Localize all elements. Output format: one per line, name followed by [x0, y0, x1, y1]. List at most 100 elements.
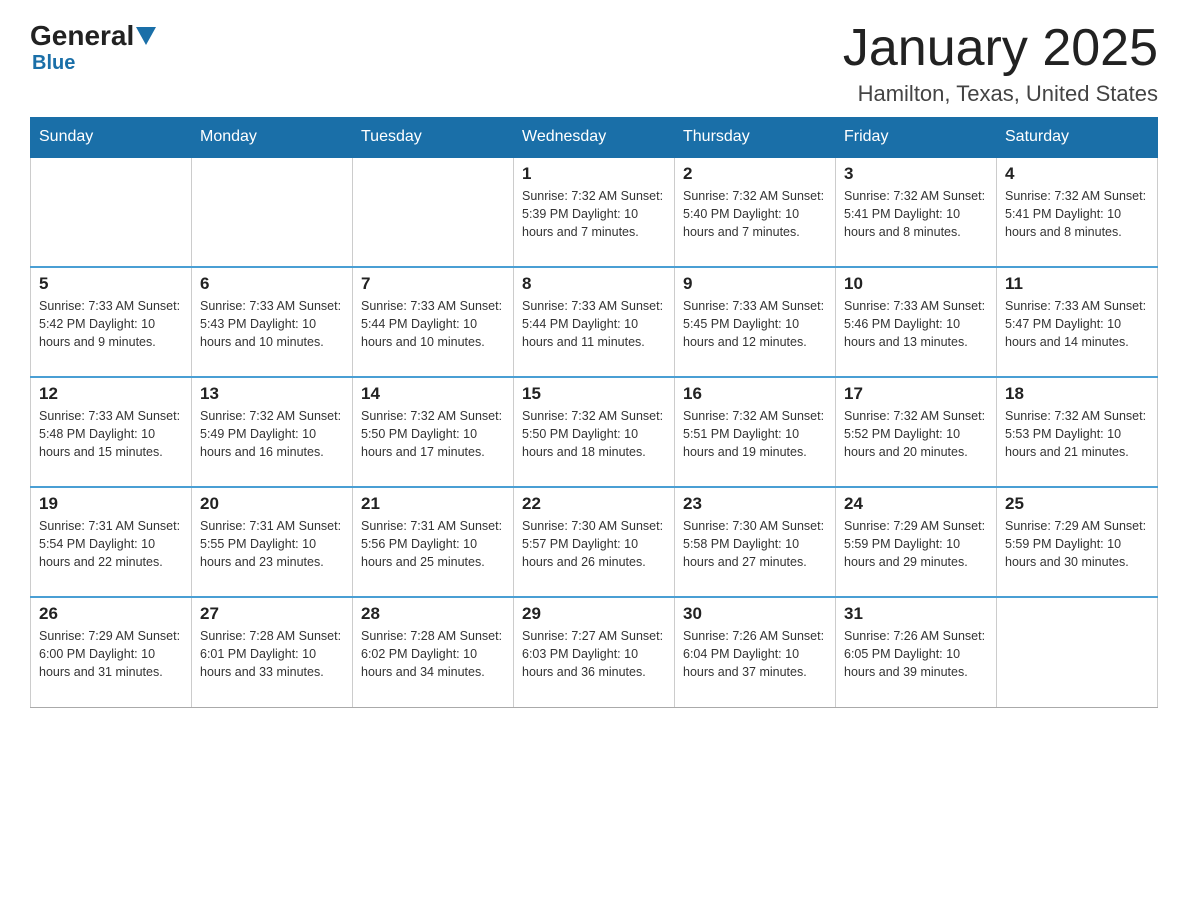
- day-number: 20: [200, 494, 344, 514]
- day-number: 24: [844, 494, 988, 514]
- logo-text: General: [30, 20, 158, 52]
- calendar-header-row: SundayMondayTuesdayWednesdayThursdayFrid…: [31, 118, 1158, 158]
- calendar-cell: [353, 157, 514, 267]
- calendar-cell: 27Sunrise: 7:28 AM Sunset: 6:01 PM Dayli…: [192, 597, 353, 707]
- calendar-week-row: 5 Sunrise: 7:33 AM Sunset: 5:42 PM Daylig…: [31, 267, 1158, 377]
- page-title: January 2025: [843, 20, 1158, 77]
- day-number: 13: [200, 384, 344, 404]
- logo-triangle-icon: [136, 27, 156, 45]
- calendar-table: SundayMondayTuesdayWednesdayThursdayFrid…: [30, 117, 1158, 708]
- calendar-cell: 25 Sunrise: 7:29 AM Sunset: 5:59 PM Dayli…: [997, 487, 1158, 597]
- calendar-cell: 6 Sunrise: 7:33 AM Sunset: 5:43 PM Daylig…: [192, 267, 353, 377]
- calendar-cell: 4 Sunrise: 7:32 AM Sunset: 5:41 PM Daylig…: [997, 157, 1158, 267]
- calendar-cell: 29Sunrise: 7:27 AM Sunset: 6:03 PM Dayli…: [514, 597, 675, 707]
- day-number: 7: [361, 274, 505, 294]
- day-number: 22: [522, 494, 666, 514]
- day-info: Sunrise: 7:33 AM Sunset: 5:48 PM Dayligh…: [39, 407, 183, 461]
- day-number: 19: [39, 494, 183, 514]
- title-area: January 2025 Hamilton, Texas, United Sta…: [843, 20, 1158, 107]
- day-number: 4: [1005, 164, 1149, 184]
- day-number: 25: [1005, 494, 1149, 514]
- day-info: Sunrise: 7:32 AM Sunset: 5:50 PM Dayligh…: [522, 407, 666, 461]
- day-number: 5: [39, 274, 183, 294]
- calendar-cell: 1 Sunrise: 7:32 AM Sunset: 5:39 PM Daylig…: [514, 157, 675, 267]
- day-info: Sunrise: 7:32 AM Sunset: 5:50 PM Dayligh…: [361, 407, 505, 461]
- location-subtitle: Hamilton, Texas, United States: [843, 81, 1158, 107]
- calendar-cell: 24 Sunrise: 7:29 AM Sunset: 5:59 PM Dayli…: [836, 487, 997, 597]
- calendar-cell: 5 Sunrise: 7:33 AM Sunset: 5:42 PM Daylig…: [31, 267, 192, 377]
- calendar-cell: 21 Sunrise: 7:31 AM Sunset: 5:56 PM Dayli…: [353, 487, 514, 597]
- calendar-cell: 13Sunrise: 7:32 AM Sunset: 5:49 PM Dayli…: [192, 377, 353, 487]
- column-header-monday: Monday: [192, 118, 353, 158]
- logo: General Blue: [30, 20, 158, 75]
- day-number: 21: [361, 494, 505, 514]
- day-info: Sunrise: 7:32 AM Sunset: 5:39 PM Dayligh…: [522, 187, 666, 241]
- calendar-cell: 11 Sunrise: 7:33 AM Sunset: 5:47 PM Dayli…: [997, 267, 1158, 377]
- calendar-cell: 3Sunrise: 7:32 AM Sunset: 5:41 PM Daylig…: [836, 157, 997, 267]
- column-header-tuesday: Tuesday: [353, 118, 514, 158]
- calendar-cell: 22 Sunrise: 7:30 AM Sunset: 5:57 PM Dayli…: [514, 487, 675, 597]
- day-info: Sunrise: 7:33 AM Sunset: 5:43 PM Dayligh…: [200, 297, 344, 351]
- day-number: 9: [683, 274, 827, 294]
- calendar-cell: 12 Sunrise: 7:33 AM Sunset: 5:48 PM Dayli…: [31, 377, 192, 487]
- day-info: Sunrise: 7:32 AM Sunset: 5:53 PM Dayligh…: [1005, 407, 1149, 461]
- calendar-cell: 26Sunrise: 7:29 AM Sunset: 6:00 PM Dayli…: [31, 597, 192, 707]
- day-number: 14: [361, 384, 505, 404]
- day-info: Sunrise: 7:29 AM Sunset: 5:59 PM Dayligh…: [844, 517, 988, 571]
- calendar-cell: 20 Sunrise: 7:31 AM Sunset: 5:55 PM Dayli…: [192, 487, 353, 597]
- calendar-cell: 16 Sunrise: 7:32 AM Sunset: 5:51 PM Dayli…: [675, 377, 836, 487]
- calendar-cell: [997, 597, 1158, 707]
- column-header-wednesday: Wednesday: [514, 118, 675, 158]
- day-number: 30: [683, 604, 827, 624]
- calendar-cell: 14 Sunrise: 7:32 AM Sunset: 5:50 PM Dayli…: [353, 377, 514, 487]
- day-info: Sunrise: 7:26 AM Sunset: 6:04 PM Dayligh…: [683, 627, 827, 681]
- day-number: 6: [200, 274, 344, 294]
- day-number: 18: [1005, 384, 1149, 404]
- day-number: 26: [39, 604, 183, 624]
- day-number: 16: [683, 384, 827, 404]
- calendar-cell: [192, 157, 353, 267]
- day-number: 23: [683, 494, 827, 514]
- day-number: 31: [844, 604, 988, 624]
- day-info: Sunrise: 7:31 AM Sunset: 5:56 PM Dayligh…: [361, 517, 505, 571]
- logo-blue: Blue: [32, 52, 75, 75]
- column-header-friday: Friday: [836, 118, 997, 158]
- day-info: Sunrise: 7:32 AM Sunset: 5:41 PM Dayligh…: [844, 187, 988, 241]
- calendar-cell: 19 Sunrise: 7:31 AM Sunset: 5:54 PM Dayli…: [31, 487, 192, 597]
- calendar-cell: 31 Sunrise: 7:26 AM Sunset: 6:05 PM Dayli…: [836, 597, 997, 707]
- day-info: Sunrise: 7:33 AM Sunset: 5:44 PM Dayligh…: [361, 297, 505, 351]
- calendar-cell: 18 Sunrise: 7:32 AM Sunset: 5:53 PM Dayli…: [997, 377, 1158, 487]
- day-info: Sunrise: 7:32 AM Sunset: 5:52 PM Dayligh…: [844, 407, 988, 461]
- day-info: Sunrise: 7:31 AM Sunset: 5:54 PM Dayligh…: [39, 517, 183, 571]
- calendar-week-row: 19 Sunrise: 7:31 AM Sunset: 5:54 PM Dayli…: [31, 487, 1158, 597]
- day-info: Sunrise: 7:32 AM Sunset: 5:40 PM Dayligh…: [683, 187, 827, 241]
- day-info: Sunrise: 7:31 AM Sunset: 5:55 PM Dayligh…: [200, 517, 344, 571]
- page-header: General Blue January 2025 Hamilton, Texa…: [30, 20, 1158, 107]
- day-info: Sunrise: 7:32 AM Sunset: 5:51 PM Dayligh…: [683, 407, 827, 461]
- day-number: 1: [522, 164, 666, 184]
- day-number: 15: [522, 384, 666, 404]
- day-info: Sunrise: 7:33 AM Sunset: 5:44 PM Dayligh…: [522, 297, 666, 351]
- day-info: Sunrise: 7:33 AM Sunset: 5:42 PM Dayligh…: [39, 297, 183, 351]
- day-info: Sunrise: 7:33 AM Sunset: 5:46 PM Dayligh…: [844, 297, 988, 351]
- day-info: Sunrise: 7:33 AM Sunset: 5:47 PM Dayligh…: [1005, 297, 1149, 351]
- calendar-cell: 17 Sunrise: 7:32 AM Sunset: 5:52 PM Dayli…: [836, 377, 997, 487]
- column-header-sunday: Sunday: [31, 118, 192, 158]
- day-number: 17: [844, 384, 988, 404]
- day-number: 11: [1005, 274, 1149, 294]
- day-number: 10: [844, 274, 988, 294]
- day-info: Sunrise: 7:29 AM Sunset: 5:59 PM Dayligh…: [1005, 517, 1149, 571]
- calendar-cell: 30 Sunrise: 7:26 AM Sunset: 6:04 PM Dayli…: [675, 597, 836, 707]
- day-info: Sunrise: 7:28 AM Sunset: 6:02 PM Dayligh…: [361, 627, 505, 681]
- day-number: 12: [39, 384, 183, 404]
- day-info: Sunrise: 7:32 AM Sunset: 5:41 PM Dayligh…: [1005, 187, 1149, 241]
- day-number: 28: [361, 604, 505, 624]
- calendar-cell: 7 Sunrise: 7:33 AM Sunset: 5:44 PM Daylig…: [353, 267, 514, 377]
- logo-general: General: [30, 20, 134, 52]
- day-info: Sunrise: 7:27 AM Sunset: 6:03 PM Dayligh…: [522, 627, 666, 681]
- day-info: Sunrise: 7:26 AM Sunset: 6:05 PM Dayligh…: [844, 627, 988, 681]
- calendar-week-row: 26Sunrise: 7:29 AM Sunset: 6:00 PM Dayli…: [31, 597, 1158, 707]
- column-header-thursday: Thursday: [675, 118, 836, 158]
- calendar-cell: [31, 157, 192, 267]
- day-info: Sunrise: 7:30 AM Sunset: 5:57 PM Dayligh…: [522, 517, 666, 571]
